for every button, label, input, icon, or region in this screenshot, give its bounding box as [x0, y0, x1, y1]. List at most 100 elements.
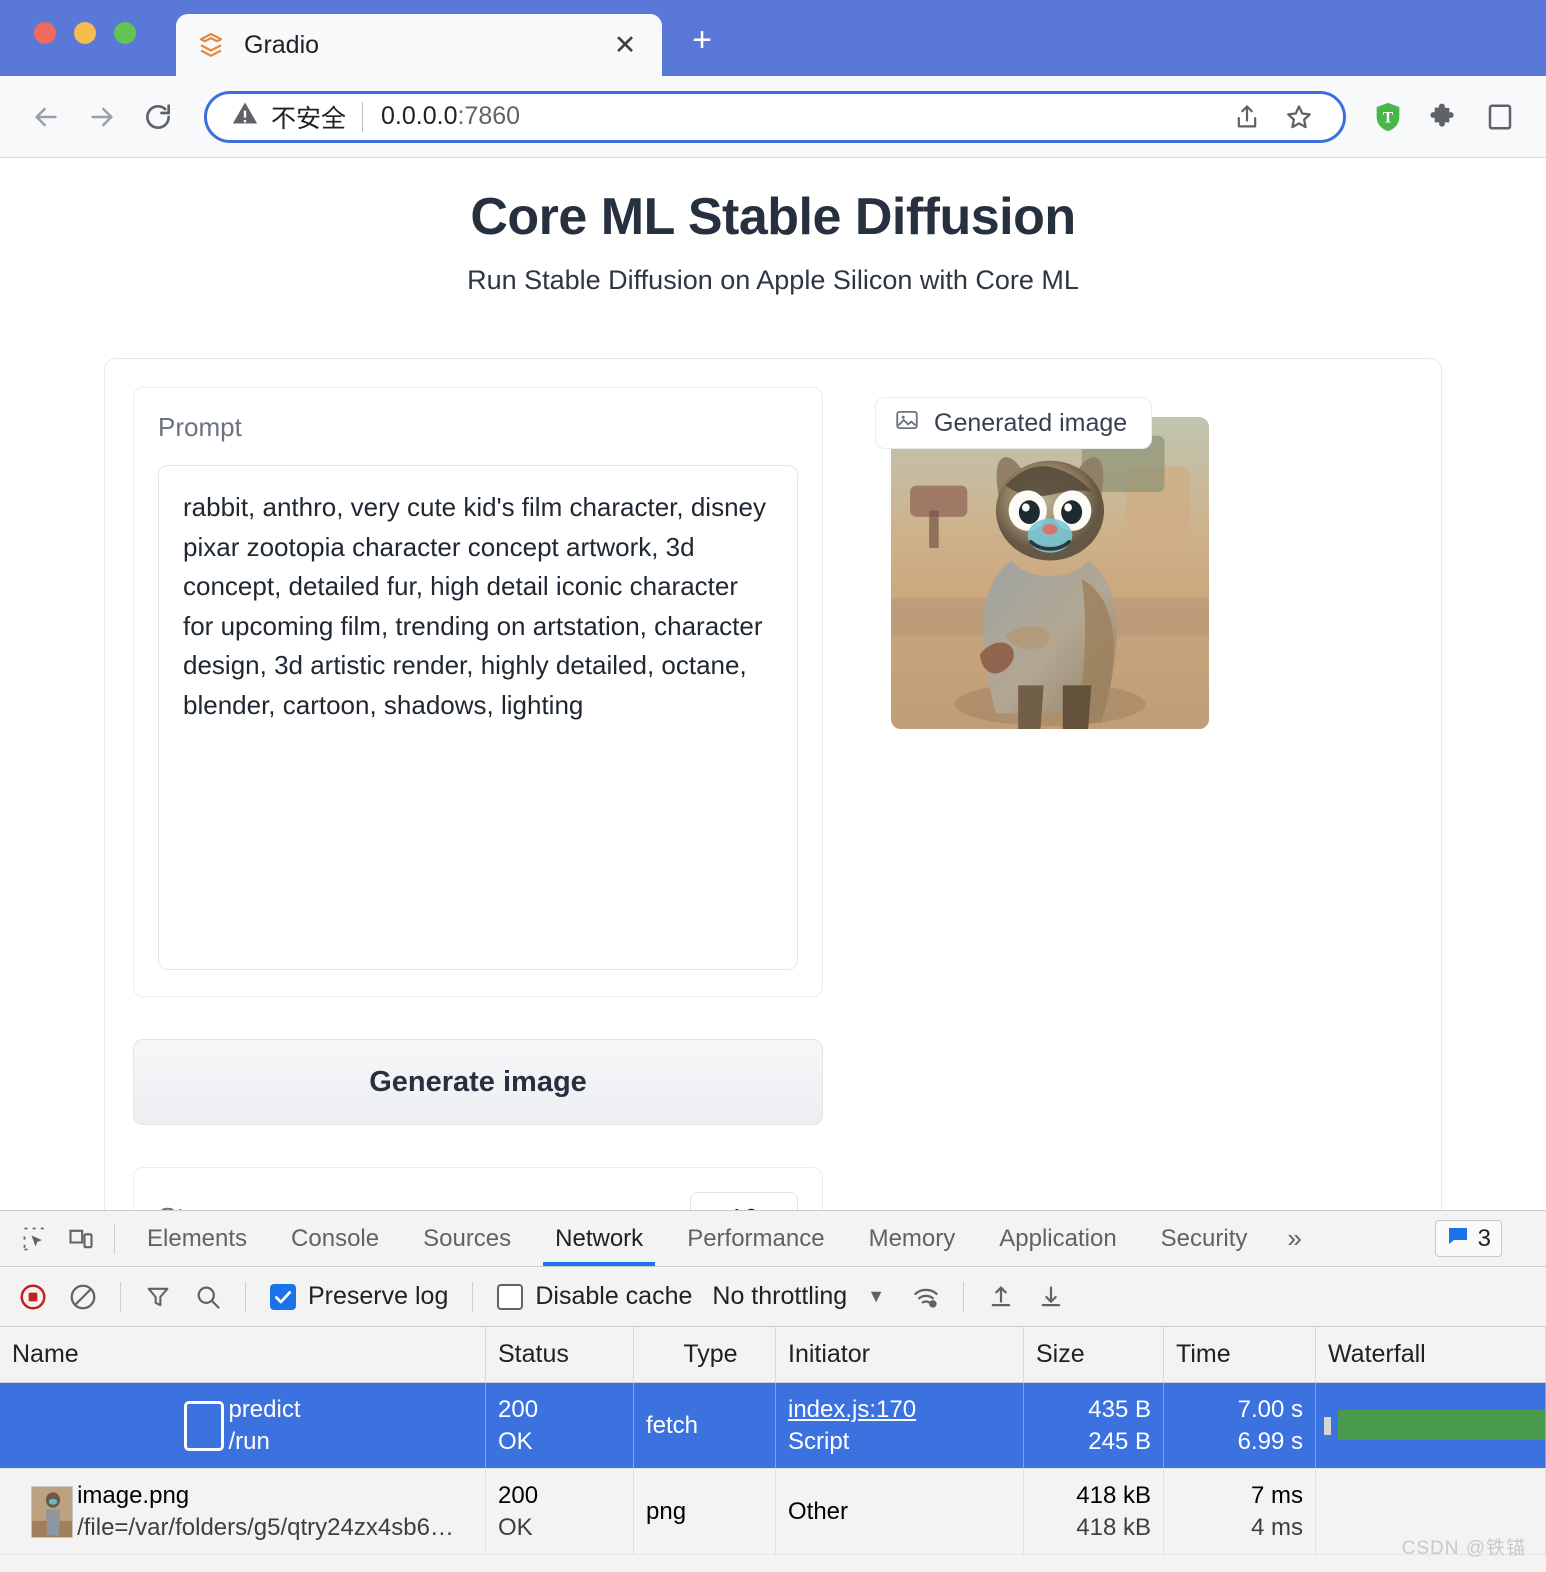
tab-elements[interactable]: Elements — [125, 1212, 269, 1266]
toolbar-divider-3 — [245, 1281, 246, 1312]
image-placeholder-icon — [894, 407, 920, 440]
column-header-waterfall[interactable]: Waterfall — [1316, 1326, 1546, 1383]
tab-memory[interactable]: Memory — [847, 1212, 978, 1266]
record-stop-icon[interactable] — [10, 1274, 56, 1320]
waterfall-download-segment — [1338, 1410, 1545, 1440]
cell-size: 418 kB 418 kB — [1024, 1469, 1164, 1554]
generated-image-label-text: Generated image — [934, 408, 1128, 437]
plus-icon[interactable]: + — [680, 18, 724, 62]
left-column: Prompt rabbit, anthro, very cute kid's f… — [133, 387, 823, 1210]
close-window-button[interactable] — [34, 22, 56, 44]
request-name: image.png — [77, 1481, 190, 1509]
message-count-badge[interactable]: 3 — [1434, 1220, 1502, 1257]
device-toolbar-icon[interactable] — [58, 1216, 104, 1262]
arrow-left-icon[interactable] — [18, 89, 74, 145]
share-icon[interactable] — [1221, 91, 1273, 143]
cell-waterfall[interactable] — [1316, 1383, 1546, 1468]
prompt-input[interactable]: rabbit, anthro, very cute kid's film cha… — [158, 465, 798, 970]
tab-network[interactable]: Network — [533, 1212, 665, 1266]
arrow-right-icon[interactable] — [74, 89, 130, 145]
security-label: 不安全 — [271, 104, 347, 133]
toolbar-divider — [114, 1223, 115, 1254]
tab-performance[interactable]: Performance — [665, 1212, 846, 1266]
image-thumbnail — [31, 1485, 74, 1538]
request-type: png — [646, 1497, 687, 1525]
devtools-panel: Elements Console Sources Network Perform… — [0, 1210, 1546, 1572]
window-traffic-lights — [34, 22, 136, 44]
cell-initiator: index.js:170 Script — [776, 1383, 1024, 1468]
browser-title-bar: Gradio ✕ + — [0, 0, 1546, 76]
cell-name[interactable]: predict /run — [0, 1383, 486, 1468]
network-requests-table: Name Status Type Initiator Size Time Wat… — [0, 1326, 1546, 1555]
generated-image[interactable] — [891, 417, 1209, 729]
cell-status: 200 OK — [486, 1383, 634, 1468]
steps-label: Steps — [158, 1202, 230, 1210]
preserve-log-label: Preserve log — [308, 1282, 449, 1310]
toolbar-divider-5 — [963, 1281, 965, 1312]
browser-toolbar: 不安全 0.0.0.0:7860 T — [0, 76, 1546, 158]
tab-security[interactable]: Security — [1139, 1212, 1270, 1266]
generate-image-button[interactable]: Generate image — [133, 1039, 823, 1125]
tampermonkey-icon[interactable]: T — [1360, 91, 1416, 143]
more-tabs-icon[interactable]: » — [1269, 1212, 1319, 1266]
column-header-status[interactable]: Status — [486, 1326, 634, 1383]
generated-image-container: Generated image — [875, 397, 1209, 729]
column-header-type[interactable]: Type — [634, 1326, 776, 1383]
name-lines: predict /run — [228, 1396, 300, 1456]
prompt-field-block: Prompt rabbit, anthro, very cute kid's f… — [133, 387, 823, 997]
tab-application[interactable]: Application — [977, 1212, 1138, 1266]
cell-initiator: Other — [776, 1469, 1024, 1554]
devtools-panel-icon[interactable] — [1472, 91, 1528, 143]
chevron-down-icon[interactable]: ▼ — [857, 1286, 899, 1307]
throttling-select[interactable]: No throttling — [706, 1282, 853, 1311]
tab-sources[interactable]: Sources — [401, 1212, 533, 1266]
url-port: :7860 — [457, 102, 521, 130]
close-icon[interactable]: ✕ — [608, 28, 642, 62]
address-bar[interactable]: 不安全 0.0.0.0:7860 — [204, 90, 1346, 143]
table-row[interactable]: predict /run 200 OK fetch index.js:170 S… — [0, 1383, 1546, 1469]
extensions-puzzle-icon[interactable] — [1416, 91, 1472, 143]
status-code: 200 — [498, 1481, 539, 1509]
tab-console[interactable]: Console — [269, 1212, 401, 1266]
export-har-icon[interactable] — [1028, 1274, 1074, 1320]
latency-time: 4 ms — [1250, 1513, 1303, 1541]
cell-time: 7.00 s 6.99 s — [1164, 1383, 1316, 1468]
initiator-type: Script — [788, 1427, 850, 1455]
browser-tab-title: Gradio — [244, 30, 320, 59]
table-row[interactable]: image.png /file=/var/folders/g5/qtry24zx… — [0, 1469, 1546, 1555]
search-icon[interactable] — [185, 1274, 231, 1320]
cell-time: 7 ms 4 ms — [1164, 1469, 1316, 1554]
browser-tab[interactable]: Gradio ✕ — [176, 14, 662, 76]
cell-type: png — [634, 1469, 776, 1554]
column-header-initiator[interactable]: Initiator — [776, 1326, 1024, 1383]
request-path: /file=/var/folders/g5/qtry24zx4sb6… — [77, 1513, 454, 1541]
network-conditions-icon[interactable] — [903, 1274, 949, 1320]
message-icon — [1446, 1224, 1470, 1253]
svg-text:T: T — [1383, 109, 1394, 126]
clear-icon[interactable] — [60, 1274, 106, 1320]
url-host: 0.0.0.0 — [381, 102, 458, 130]
star-icon[interactable] — [1273, 91, 1325, 143]
site-security-indicator[interactable]: 不安全 — [231, 99, 362, 135]
status-code: 200 — [498, 1395, 539, 1423]
column-header-size[interactable]: Size — [1024, 1326, 1164, 1383]
page-subtitle: Run Stable Diffusion on Apple Silicon wi… — [467, 265, 1079, 295]
initiator-link[interactable]: index.js:170 — [788, 1396, 1011, 1424]
filter-funnel-icon[interactable] — [135, 1274, 181, 1320]
total-time: 7 ms — [1250, 1481, 1303, 1509]
request-name: predict — [228, 1395, 301, 1423]
column-header-name[interactable]: Name — [0, 1326, 486, 1383]
minimize-window-button[interactable] — [74, 22, 96, 44]
steps-number-input[interactable]: 10 — [690, 1192, 798, 1210]
preserve-log-checkbox[interactable]: Preserve log — [260, 1282, 458, 1311]
reload-icon[interactable] — [130, 89, 186, 145]
import-har-icon[interactable] — [978, 1274, 1024, 1320]
disable-cache-checkbox[interactable]: Disable cache — [487, 1282, 702, 1311]
toolbar-divider-2 — [120, 1281, 121, 1312]
cell-name[interactable]: image.png /file=/var/folders/g5/qtry24zx… — [0, 1469, 486, 1554]
maximize-window-button[interactable] — [114, 22, 136, 44]
column-header-time[interactable]: Time — [1164, 1326, 1316, 1383]
disable-cache-label: Disable cache — [535, 1282, 693, 1310]
cell-status: 200 OK — [486, 1469, 634, 1554]
inspect-element-icon[interactable] — [12, 1216, 58, 1262]
